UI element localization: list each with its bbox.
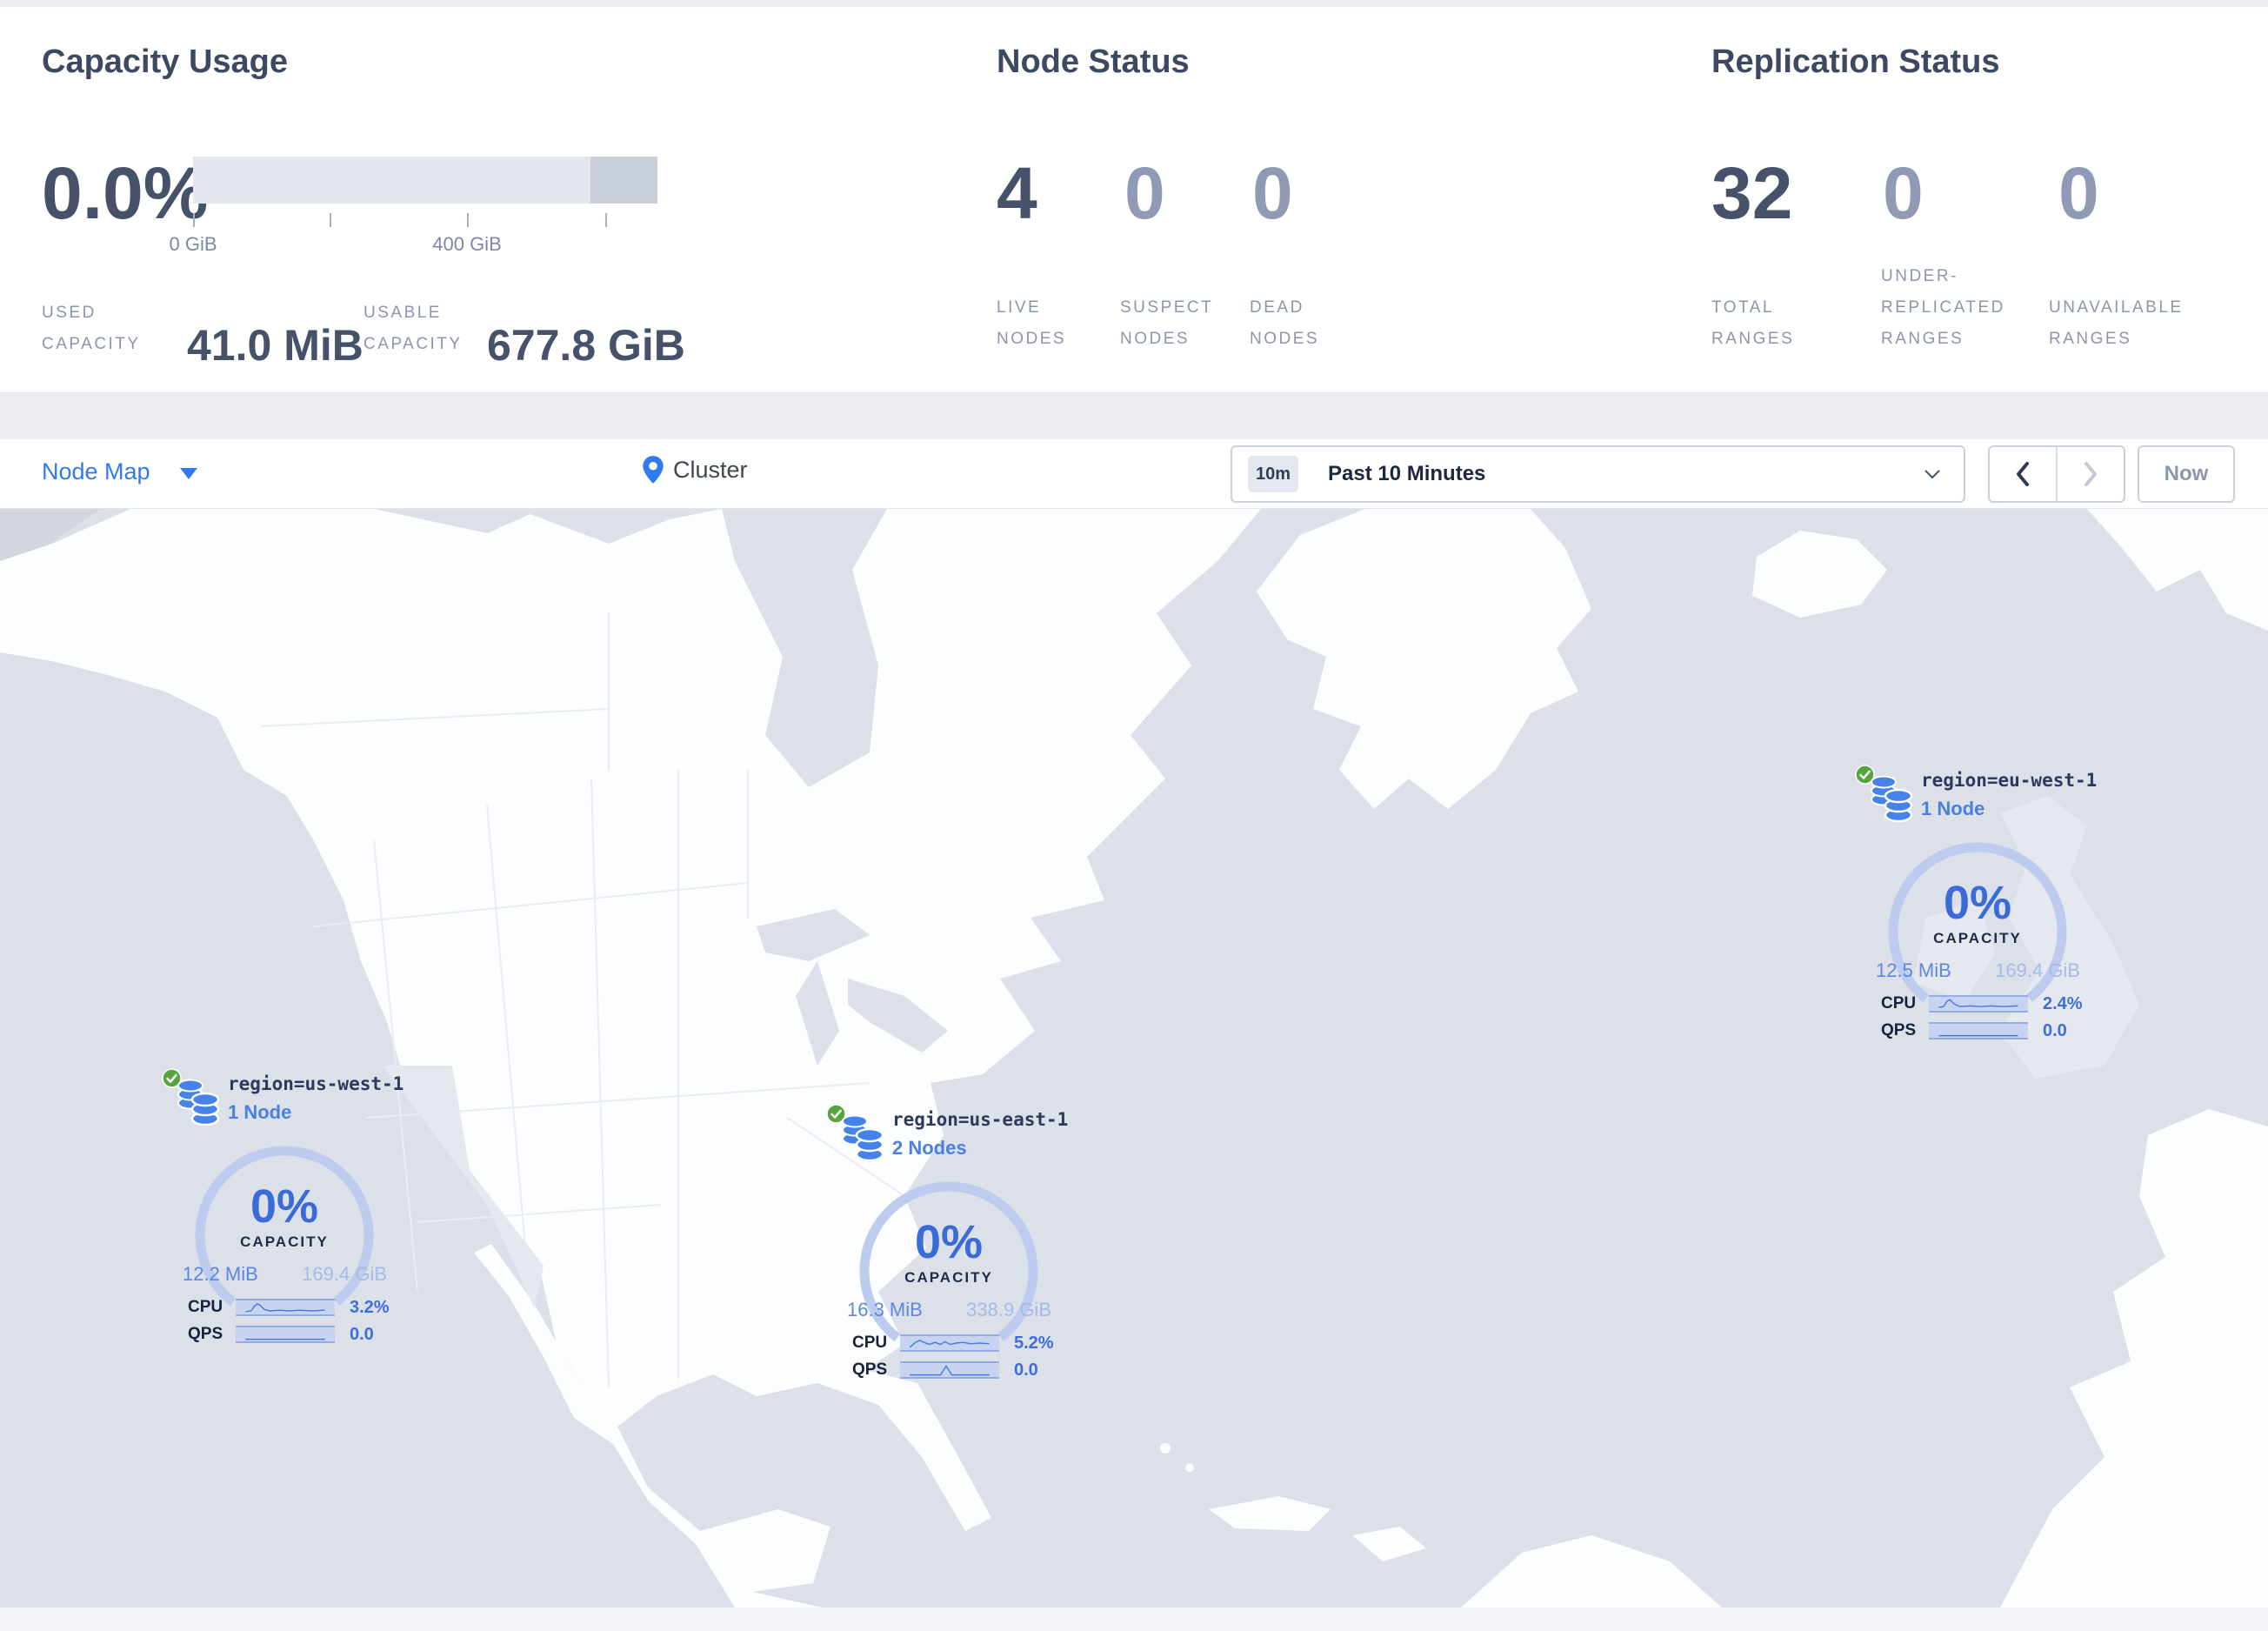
database-stack-icon xyxy=(842,1114,884,1162)
capacity-used-value: 16.3 MiB xyxy=(847,1299,923,1320)
capacity-percent: 0% xyxy=(914,1216,984,1268)
qps-label: QPS xyxy=(852,1360,888,1379)
cpu-sparkline-path xyxy=(1938,999,2018,1008)
usable-capacity-label: USABLE CAPACITY xyxy=(364,304,463,353)
suspect-nodes-count: 0 xyxy=(1124,152,1165,234)
dead-nodes-count: 0 xyxy=(1252,152,1293,234)
capacity-total-value: 338.9 GiB xyxy=(966,1299,1051,1320)
map-toolbar: Node Map Cluster 10m Past 10 Minutes Now xyxy=(0,439,2268,509)
capacity-percent: 0% xyxy=(1943,877,2012,929)
chevron-right-icon xyxy=(2085,462,2097,486)
qps-value: 0.0 xyxy=(350,1325,374,1344)
qps-label: QPS xyxy=(1881,1021,1917,1039)
qps-sparkline xyxy=(900,1361,999,1379)
qps-label: QPS xyxy=(188,1325,223,1343)
region-name: region=us-east-1 xyxy=(892,1109,1069,1130)
cpu-sparkline xyxy=(236,1299,335,1316)
live-nodes-count: 4 xyxy=(997,152,1037,234)
qps-sparkline-path xyxy=(910,1364,990,1376)
region-name: region=eu-west-1 xyxy=(1921,770,2098,791)
map-pin-icon xyxy=(643,456,664,484)
breadcrumb-label: Cluster xyxy=(673,456,748,483)
cluster-summary-panel: Capacity Usage 0.0% 0 GiB 400 GiB USED C… xyxy=(0,7,2268,393)
cpu-label: CPU xyxy=(1881,994,1917,1013)
capacity-usage-percent: 0.0% xyxy=(42,152,209,234)
cpu-sparkline-path xyxy=(245,1303,325,1313)
axis-tick xyxy=(605,213,607,227)
chevron-left-icon xyxy=(2017,462,2029,486)
node-status-title: Node Status xyxy=(997,43,1190,80)
axis-tick xyxy=(330,213,331,227)
capacity-used-value: 12.2 MiB xyxy=(183,1263,258,1285)
node-map: region=us-west-1 1 Node 0% CAPACITY 12.2… xyxy=(0,509,2268,1608)
capacity-total-value: 169.4 GiB xyxy=(302,1263,387,1285)
cpu-value: 3.2% xyxy=(350,1298,390,1317)
total-ranges-label: TOTAL RANGES xyxy=(1711,298,1795,348)
region-marker-us-east-1[interactable]: region=us-east-1 2 Nodes 0% CAPACITY 16.… xyxy=(826,1104,1071,1469)
replication-status-title: Replication Status xyxy=(1711,43,2000,80)
unavailable-ranges-count: 0 xyxy=(2058,152,2099,234)
time-window-dropdown[interactable]: 10m Past 10 Minutes xyxy=(1231,445,1965,503)
capacity-used-value: 12.5 MiB xyxy=(1876,959,1951,981)
region-marker-us-west-1[interactable]: region=us-west-1 1 Node 0% CAPACITY 12.2… xyxy=(162,1068,407,1434)
live-nodes-label: LIVE NODES xyxy=(997,298,1067,348)
qps-value: 0.0 xyxy=(1014,1360,1038,1380)
region-name: region=us-west-1 xyxy=(228,1073,404,1094)
capacity-total-value: 169.4 GiB xyxy=(1995,959,2080,981)
used-capacity-value: 41.0 MiB xyxy=(187,321,364,370)
qps-value: 0.0 xyxy=(2043,1021,2067,1040)
axis-tick-label: 0 GiB xyxy=(169,233,217,255)
capacity-usage-title: Capacity Usage xyxy=(42,43,289,80)
capacity-percent: 0% xyxy=(250,1180,319,1233)
view-selector-label: Node Map xyxy=(42,458,150,485)
cpu-value: 5.2% xyxy=(1014,1334,1054,1353)
axis-tick xyxy=(467,213,469,227)
chevron-down-icon xyxy=(1924,470,1940,479)
under-replicated-ranges-label: UNDER-REPLICATED RANGES xyxy=(1881,267,2005,348)
cpu-sparkline xyxy=(1929,995,2028,1013)
time-window-label: Past 10 Minutes xyxy=(1328,462,1486,485)
cpu-sparkline-path xyxy=(909,1339,990,1348)
region-node-count: 1 Node xyxy=(228,1101,292,1123)
capacity-label: CAPACITY xyxy=(1933,930,2022,946)
capacity-label: CAPACITY xyxy=(904,1269,993,1286)
page-background-strip xyxy=(0,1608,2268,1631)
database-stack-icon xyxy=(1871,775,1913,823)
qps-sparkline xyxy=(1929,1022,2028,1039)
under-replicated-ranges-count: 0 xyxy=(1883,152,1924,234)
cpu-sparkline xyxy=(900,1334,999,1352)
unavailable-ranges-label: UNAVAILABLE RANGES xyxy=(2049,298,2184,348)
capacity-usage-bar-segment xyxy=(590,157,657,204)
axis-tick-label: 400 GiB xyxy=(432,233,502,255)
dead-nodes-label: DEAD NODES xyxy=(1250,298,1320,348)
used-capacity-label: USED CAPACITY xyxy=(42,304,141,353)
region-marker-eu-west-1[interactable]: region=eu-west-1 1 Node 0% CAPACITY 12.5… xyxy=(1855,765,2100,1130)
prev-time-window-button[interactable] xyxy=(1990,447,2056,501)
capacity-usage-bar xyxy=(193,157,657,204)
axis-tick xyxy=(193,213,195,227)
cpu-value: 2.4% xyxy=(2043,994,2083,1013)
database-stack-icon xyxy=(177,1079,220,1126)
total-ranges-count: 32 xyxy=(1711,152,1793,234)
next-time-window-button[interactable] xyxy=(2058,447,2124,501)
capacity-label: CAPACITY xyxy=(240,1233,329,1250)
suspect-nodes-label: SUSPECT NODES xyxy=(1120,298,1213,348)
usable-capacity-value: 677.8 GiB xyxy=(487,321,685,370)
now-button[interactable]: Now xyxy=(2138,445,2235,503)
time-window-pager xyxy=(1988,445,2125,503)
chevron-down-icon xyxy=(179,468,197,479)
region-node-count: 2 Nodes xyxy=(892,1137,967,1159)
time-window-badge: 10m xyxy=(1248,456,1298,492)
breadcrumb[interactable]: Cluster xyxy=(642,455,748,485)
cpu-label: CPU xyxy=(852,1334,888,1352)
region-node-count: 1 Node xyxy=(1921,798,1985,819)
view-selector-dropdown[interactable]: Node Map xyxy=(42,458,197,485)
cpu-label: CPU xyxy=(188,1298,223,1316)
qps-sparkline xyxy=(236,1326,335,1343)
